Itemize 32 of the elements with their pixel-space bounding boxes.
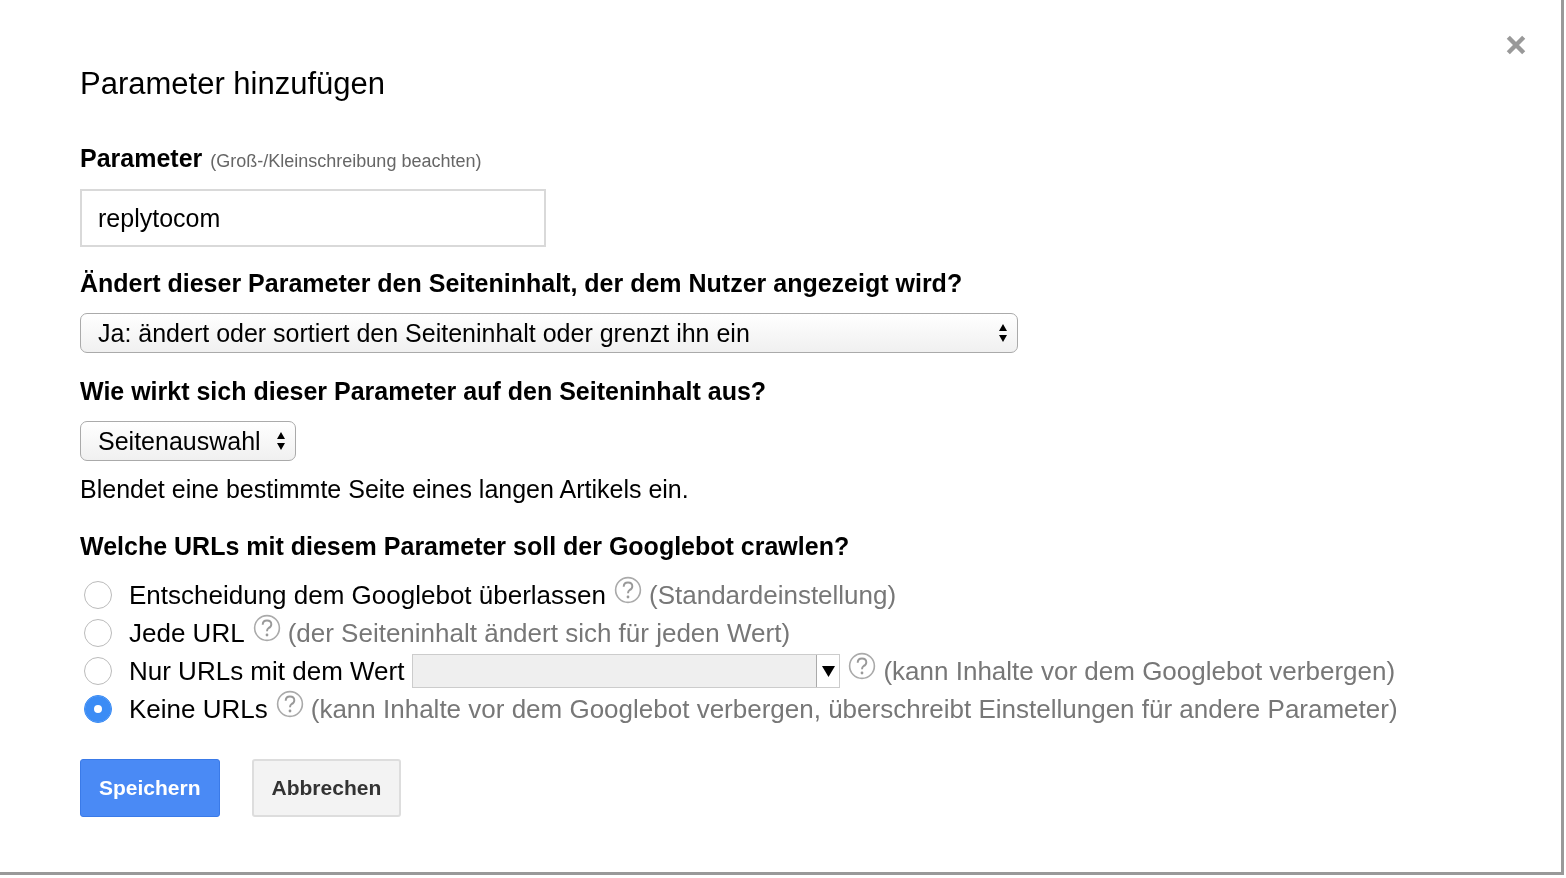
option-note: (Standardeinstellung) (649, 579, 897, 611)
help-icon[interactable] (252, 614, 281, 642)
help-icon[interactable] (275, 690, 304, 718)
radio-button[interactable] (84, 581, 112, 609)
effect-select[interactable]: Seitenauswahl (80, 421, 296, 461)
content-select[interactable]: Ja: ändert oder sortiert den Seiteninhalt oder grenzt ihn ein (80, 313, 1018, 353)
help-icon[interactable] (848, 652, 877, 680)
content-question: Ändert dieser Parameter den Seiteninhalt, der dem Nutzer angezeigt wird? (80, 269, 964, 298)
effect-description: Blendet eine bestimmte Seite eines langen Artikels ein. (80, 475, 690, 504)
option-label: Nur URLs mit dem Wert (129, 655, 405, 687)
parameter-label: Parameter (80, 144, 203, 173)
option-note: (kann Inhalte vor dem Googlebot verbergen) (883, 655, 1396, 687)
close-icon[interactable] (1505, 34, 1527, 56)
effect-question: Wie wirkt sich dieser Parameter auf den Seiteninhalt aus? (80, 377, 768, 406)
select-arrows-icon (275, 431, 286, 451)
option-label: Keine URLs (129, 693, 268, 725)
option-note: (kann Inhalte vor dem Googlebot verbergen, überschreibt Einstellungen für andere Parameter) (310, 693, 1398, 725)
parameter-input[interactable]: replytocom (80, 189, 546, 247)
radio-button[interactable] (84, 619, 112, 647)
option-label: Jede URL (129, 617, 245, 649)
case-hint: (Groß-/Kleinschreibung beachten) (210, 151, 482, 172)
option-label: Entscheidung dem Googlebot überlassen (129, 579, 606, 611)
select-arrows-icon (998, 323, 1008, 343)
caret-icon (821, 665, 835, 677)
radio-button[interactable] (84, 695, 112, 723)
crawl-question: Welche URLs mit diesem Parameter soll der Googlebot crawlen? (80, 532, 851, 561)
dialog-title: Parameter hinzufügen (80, 66, 387, 102)
radio-button[interactable] (84, 657, 112, 685)
help-icon[interactable] (614, 576, 642, 604)
cancel-button[interactable]: Abbrechen (251, 759, 402, 817)
option-note: (der Seiteninhalt ändert sich für jeden Wert) (287, 617, 791, 649)
value-select[interactable] (412, 654, 841, 688)
